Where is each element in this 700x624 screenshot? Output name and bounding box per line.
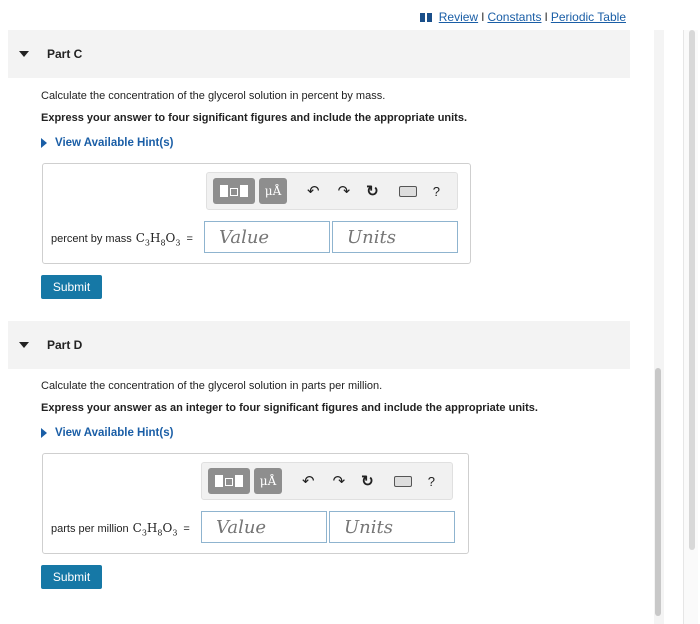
- inner-scrollbar-thumb[interactable]: [655, 368, 661, 616]
- glycerol-formula: C3H8O3: [135, 231, 181, 248]
- redo-icon[interactable]: ↷: [333, 472, 346, 490]
- template-icon: [220, 185, 248, 197]
- part-d-instruction: Express your answer as an integer to fou…: [41, 402, 538, 414]
- reset-icon[interactable]: ↻: [366, 182, 379, 200]
- part-d-header[interactable]: Part D: [8, 321, 630, 369]
- keyboard-icon[interactable]: [398, 185, 417, 197]
- help-icon[interactable]: ?: [433, 184, 440, 199]
- math-toolbar: μÅ ↶ ↷ ↻ ?: [206, 172, 458, 210]
- part-c-answer-box: μÅ ↶ ↷ ↻ ? percent by mass C3H8O3 =: [42, 163, 471, 264]
- units-input[interactable]: [332, 221, 458, 253]
- label-text: percent by mass: [51, 233, 132, 246]
- expand-arrow-icon: [41, 138, 47, 148]
- review-link[interactable]: Review: [439, 10, 478, 24]
- part-c-question: Calculate the concentration of the glyce…: [41, 90, 386, 102]
- part-c-instruction: Express your answer to four significant …: [41, 112, 468, 124]
- glycerol-formula: C3H8O3: [132, 521, 178, 538]
- template-button[interactable]: [208, 468, 250, 494]
- part-d-answer-box: μÅ ↶ ↷ ↻ ? parts per million C3H8O3 =: [42, 453, 469, 554]
- units-button[interactable]: μÅ: [254, 468, 282, 494]
- separator: I: [544, 10, 548, 24]
- page-scrollbar-thumb[interactable]: [689, 30, 695, 550]
- part-c-hint-toggle[interactable]: View Available Hint(s): [41, 137, 173, 149]
- constants-link[interactable]: Constants: [487, 10, 541, 24]
- units-input[interactable]: [329, 511, 455, 543]
- units-button[interactable]: μÅ: [259, 178, 287, 204]
- value-input[interactable]: [201, 511, 327, 543]
- keyboard-icon[interactable]: [393, 475, 412, 487]
- undo-icon[interactable]: ↶: [307, 182, 320, 200]
- undo-icon[interactable]: ↶: [302, 472, 315, 490]
- part-c-submit-button[interactable]: Submit: [41, 275, 102, 299]
- equals-sign: =: [183, 523, 190, 536]
- part-d-input-label: parts per million C3H8O3 =: [51, 521, 190, 537]
- hint-label: View Available Hint(s): [55, 137, 174, 149]
- math-toolbar: μÅ ↶ ↷ ↻ ?: [201, 462, 453, 500]
- part-c-title: Part C: [47, 47, 83, 61]
- redo-icon[interactable]: ↷: [338, 182, 351, 200]
- expand-arrow-icon: [41, 428, 47, 438]
- part-d-question: Calculate the concentration of the glyce…: [41, 380, 383, 392]
- part-d-hint-toggle[interactable]: View Available Hint(s): [41, 427, 173, 439]
- help-icon[interactable]: ?: [428, 474, 435, 489]
- value-input[interactable]: [204, 221, 330, 253]
- book-icon: [419, 12, 432, 22]
- equals-sign: =: [186, 233, 193, 246]
- separator: I: [481, 10, 485, 24]
- part-c-input-label: percent by mass C3H8O3 =: [51, 231, 193, 247]
- resource-links: Review I Constants I Periodic Table: [419, 10, 626, 24]
- part-d-submit-button[interactable]: Submit: [41, 565, 102, 589]
- periodic-table-link[interactable]: Periodic Table: [551, 10, 626, 24]
- label-text: parts per million: [51, 523, 129, 536]
- collapse-caret-icon[interactable]: [19, 51, 29, 57]
- reset-icon[interactable]: ↻: [361, 472, 374, 490]
- collapse-caret-icon[interactable]: [19, 342, 29, 348]
- part-c-header[interactable]: Part C: [8, 30, 630, 78]
- hint-label: View Available Hint(s): [55, 427, 174, 439]
- template-icon: [215, 475, 243, 487]
- part-d-title: Part D: [47, 338, 83, 352]
- template-button[interactable]: [213, 178, 255, 204]
